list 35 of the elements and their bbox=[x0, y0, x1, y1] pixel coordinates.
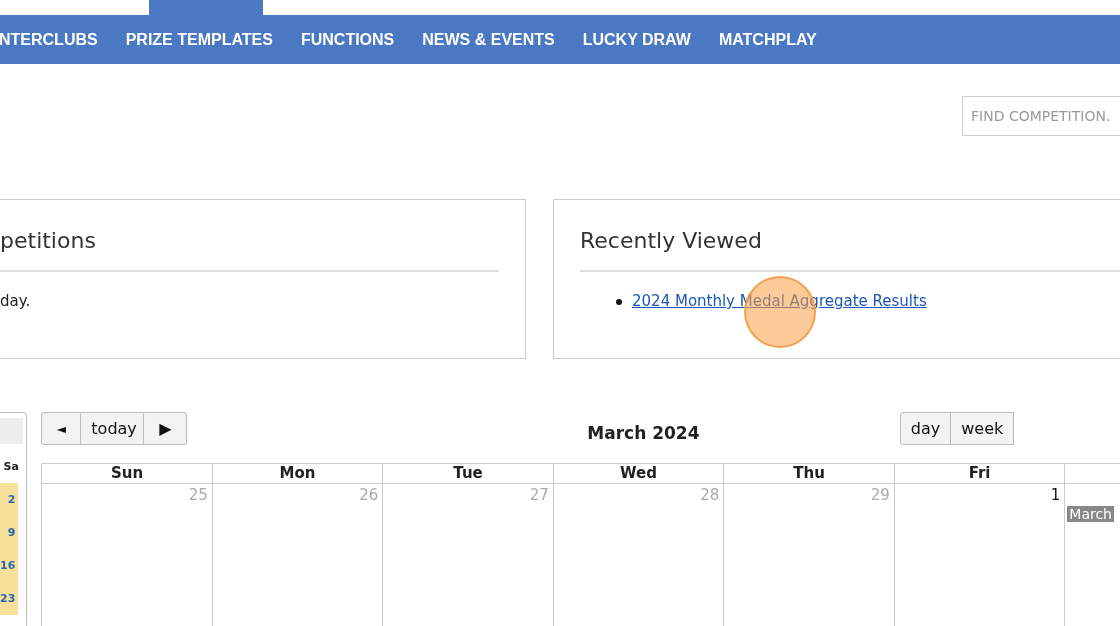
day-number: 29 bbox=[870, 486, 890, 504]
weekday-header: Thu bbox=[793, 464, 825, 482]
nav-link[interactable]: LUCKY DRAW bbox=[582, 30, 691, 49]
day-number: 28 bbox=[700, 486, 720, 504]
day-number: 27 bbox=[529, 486, 549, 504]
weekday-header: Wed bbox=[620, 464, 657, 482]
weekday-header: Sun bbox=[110, 464, 144, 482]
view-button[interactable]: day bbox=[899, 412, 952, 445]
weekday-label: Sa bbox=[2, 459, 20, 475]
panel-title: petitions bbox=[0, 228, 97, 255]
next-button[interactable]: ▶ bbox=[143, 412, 188, 445]
nav-link[interactable]: PRIZE TEMPLATES bbox=[125, 30, 273, 49]
today-button[interactable]: today bbox=[80, 412, 145, 445]
weekday-header: Mon bbox=[279, 464, 316, 482]
mini-calendar-day[interactable]: 16 bbox=[0, 549, 19, 582]
nav-link[interactable]: NEWS & EVENTS bbox=[422, 30, 555, 49]
bullet-icon bbox=[616, 299, 622, 305]
nav-link[interactable]: FUNCTIONS bbox=[300, 30, 395, 49]
mini-calendar-day[interactable]: 2 bbox=[0, 483, 19, 516]
view-button[interactable]: week bbox=[950, 412, 1015, 445]
calendar-event[interactable]: March bbox=[1067, 506, 1114, 522]
previous-button[interactable]: ◄ bbox=[41, 412, 82, 445]
weekday-header: Tue bbox=[453, 464, 483, 482]
panel-text: day. bbox=[0, 292, 32, 310]
mini-calendar-day[interactable]: 9 bbox=[0, 516, 19, 549]
search-field[interactable]: FIND COMPETITION. bbox=[962, 96, 1120, 136]
weekday-header: Fri bbox=[968, 464, 991, 482]
calendar-title: March 2024 bbox=[587, 421, 700, 443]
nav-link[interactable]: MATCHPLAY bbox=[718, 30, 817, 49]
day-number: 25 bbox=[188, 486, 208, 504]
mini-calendar-day[interactable]: 23 bbox=[0, 582, 19, 615]
day-number: 1 bbox=[1050, 486, 1061, 504]
day-number: 26 bbox=[359, 486, 379, 504]
nav-link[interactable]: NTERCLUBS bbox=[0, 30, 98, 49]
panel-title: Recently Viewed bbox=[580, 228, 763, 255]
